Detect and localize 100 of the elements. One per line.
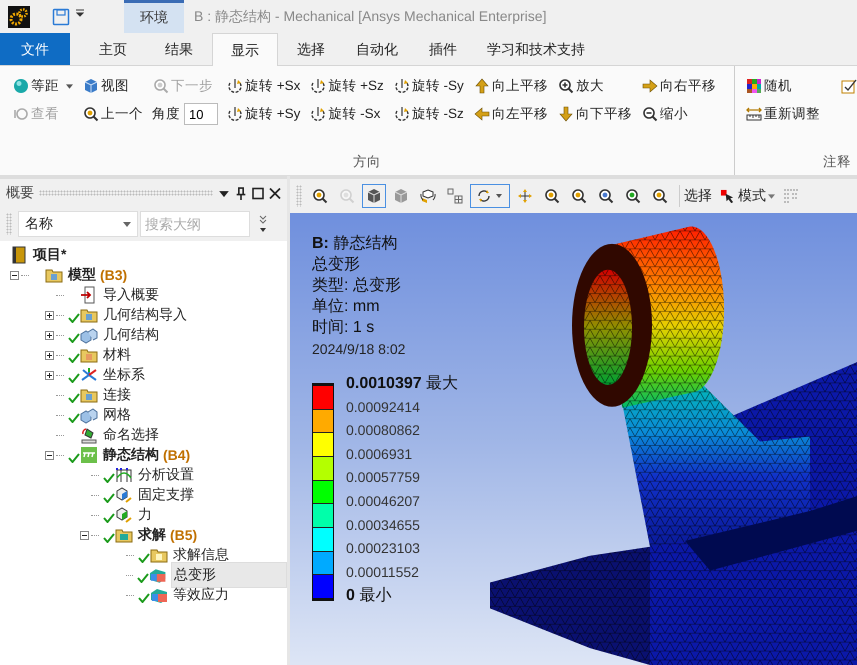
select-button[interactable]: 选择 [684, 187, 712, 205]
save-icon[interactable] [52, 8, 70, 26]
tree-node[interactable]: 连接 [103, 386, 131, 404]
ribbon-button[interactable]: 视图 [82, 75, 130, 97]
tree-node[interactable]: 求解 [138, 526, 166, 544]
dropdown-caret-icon[interactable] [76, 8, 84, 16]
ribbon-tab[interactable]: 自动化 [344, 33, 410, 65]
legend-label: 0.00023103 [346, 539, 420, 558]
tree-node[interactable]: 导入概要 [103, 286, 159, 304]
ribbon-button[interactable]: 缩小 [640, 103, 689, 125]
ribbon-button[interactable]: 向左平移 [472, 103, 549, 125]
ribbon-button[interactable]: 旋转 -Sz [392, 103, 465, 125]
magnifier-icon [625, 188, 641, 204]
tree-node-tag: (B3) [100, 267, 128, 283]
rotate-icon [394, 78, 410, 94]
ribbon-button[interactable]: 向上平移 [472, 75, 549, 97]
ribbon-button[interactable]: 旋转 +Sz [309, 75, 385, 97]
magnifier-icon [544, 188, 560, 204]
tree-node[interactable]: 模型 [68, 266, 96, 284]
ribbon-tab[interactable]: 选择 [278, 33, 344, 65]
ribbon-button[interactable]: 上一个 [82, 103, 144, 125]
expander-icon[interactable] [45, 310, 56, 320]
tree-node[interactable]: 坐标系 [103, 366, 145, 384]
tree-node[interactable]: 材料 [103, 346, 131, 364]
tree-node[interactable]: 固定支撑 [138, 486, 194, 504]
expander-icon[interactable] [80, 530, 91, 540]
tree-node[interactable]: 总变形 [171, 562, 288, 588]
grid-tool-icon[interactable] [783, 188, 799, 204]
ribbon-button[interactable]: 旋转 +Sx [226, 75, 302, 97]
legend-label: 0 最小 [346, 586, 392, 606]
cursor-icon [720, 188, 735, 204]
ribbon-button[interactable]: 向右平移 [640, 75, 717, 97]
tree-node[interactable]: 力 [138, 506, 152, 524]
tree-node-icon [115, 506, 133, 524]
tree-node-tag: (B5) [170, 527, 198, 543]
tree-node[interactable]: 命名选择 [103, 426, 159, 444]
angle-label: 角度 [152, 105, 180, 123]
pin-icon[interactable] [235, 186, 247, 200]
tree-node-icon [80, 446, 98, 464]
tree-node[interactable]: 静态结构 [103, 446, 159, 464]
angle-input-field[interactable]: 10 [184, 103, 218, 125]
legend-label: 0.0010397 最大 [346, 374, 458, 394]
more-chevron-icon[interactable] [258, 214, 268, 234]
ribbon-tab[interactable]: 插件 [410, 33, 476, 65]
ribbon-button[interactable]: 旋转 -Sy [392, 75, 465, 97]
tree-node-icon [115, 486, 133, 504]
parts-icon [420, 188, 436, 204]
expander-icon[interactable] [10, 270, 21, 280]
search-field[interactable]: 搜索大纲 [140, 211, 250, 237]
tree-node-tag: (B4) [163, 447, 190, 463]
pan-arrows-icon [517, 188, 533, 204]
tree-node[interactable]: 求解信息 [173, 546, 229, 564]
cube-icon [393, 188, 409, 204]
ribbon-tab[interactable]: 显示 [212, 33, 278, 66]
color-grid-icon [746, 78, 762, 94]
ribbon-tab[interactable]: 文件 [0, 33, 70, 65]
tree-node[interactable]: 几何结构 [103, 326, 159, 344]
ribbon-button[interactable]: 随机 [745, 75, 793, 97]
expander-icon[interactable] [45, 370, 56, 380]
tree-node[interactable]: 几何结构导入 [103, 306, 187, 324]
tree-node[interactable]: 分析设置 [138, 466, 194, 484]
dropdown-caret-icon [66, 84, 73, 88]
toolbar-button[interactable] [470, 184, 510, 208]
panel-title: 概要 [6, 184, 34, 202]
ribbon-tab[interactable]: 主页 [80, 33, 146, 65]
ribbon-tab[interactable]: 学习和技术支持 [476, 33, 596, 65]
tree-node-icon [115, 466, 133, 484]
result-date: 2024/9/18 8:02 [312, 340, 406, 359]
mode-button[interactable]: 模式 [720, 187, 775, 205]
magnifier-icon [642, 106, 658, 122]
ribbon-button[interactable]: 向下平移 [556, 103, 633, 125]
tree-node-icon [148, 566, 166, 584]
ribbon-tab[interactable]: 结果 [146, 33, 212, 65]
tree-node[interactable]: 网格 [103, 406, 131, 424]
expander-icon[interactable] [45, 350, 56, 360]
legend-label: 0.00057759 [346, 468, 420, 488]
legend-label: 0.00034655 [346, 516, 420, 535]
expander-icon[interactable] [45, 330, 56, 340]
close-icon[interactable] [269, 186, 281, 200]
legend-label: 0.00080862 [346, 421, 420, 440]
ribbon-button[interactable]: 重新调整 [745, 103, 821, 125]
legend-label: 0.00092414 [346, 398, 420, 417]
context-tab[interactable]: 环境 [124, 0, 184, 33]
expander-icon[interactable] [45, 450, 56, 460]
column-dropdown[interactable]: 名称 [18, 211, 138, 237]
ribbon-group-label: 方向 [353, 153, 381, 171]
legend-label: 0.0006931 [346, 444, 412, 464]
maximize-icon[interactable] [252, 186, 264, 200]
rotate-icon [476, 188, 504, 204]
tree-node[interactable]: 项目* [33, 246, 66, 264]
ribbon-button[interactable]: 等距 [12, 75, 74, 97]
checkbox-icon[interactable] [841, 78, 857, 94]
ribbon-button[interactable]: 旋转 +Sy [226, 103, 302, 125]
rotate-icon [310, 78, 326, 94]
ribbon-button[interactable]: 旋转 -Sx [309, 103, 382, 125]
ribbon-button[interactable]: 放大 [556, 75, 605, 97]
arrow-icon [642, 78, 658, 94]
toolbar-button[interactable] [362, 184, 386, 208]
dropdown-caret-icon [123, 222, 131, 226]
tree-node[interactable]: 等效应力 [173, 586, 229, 604]
